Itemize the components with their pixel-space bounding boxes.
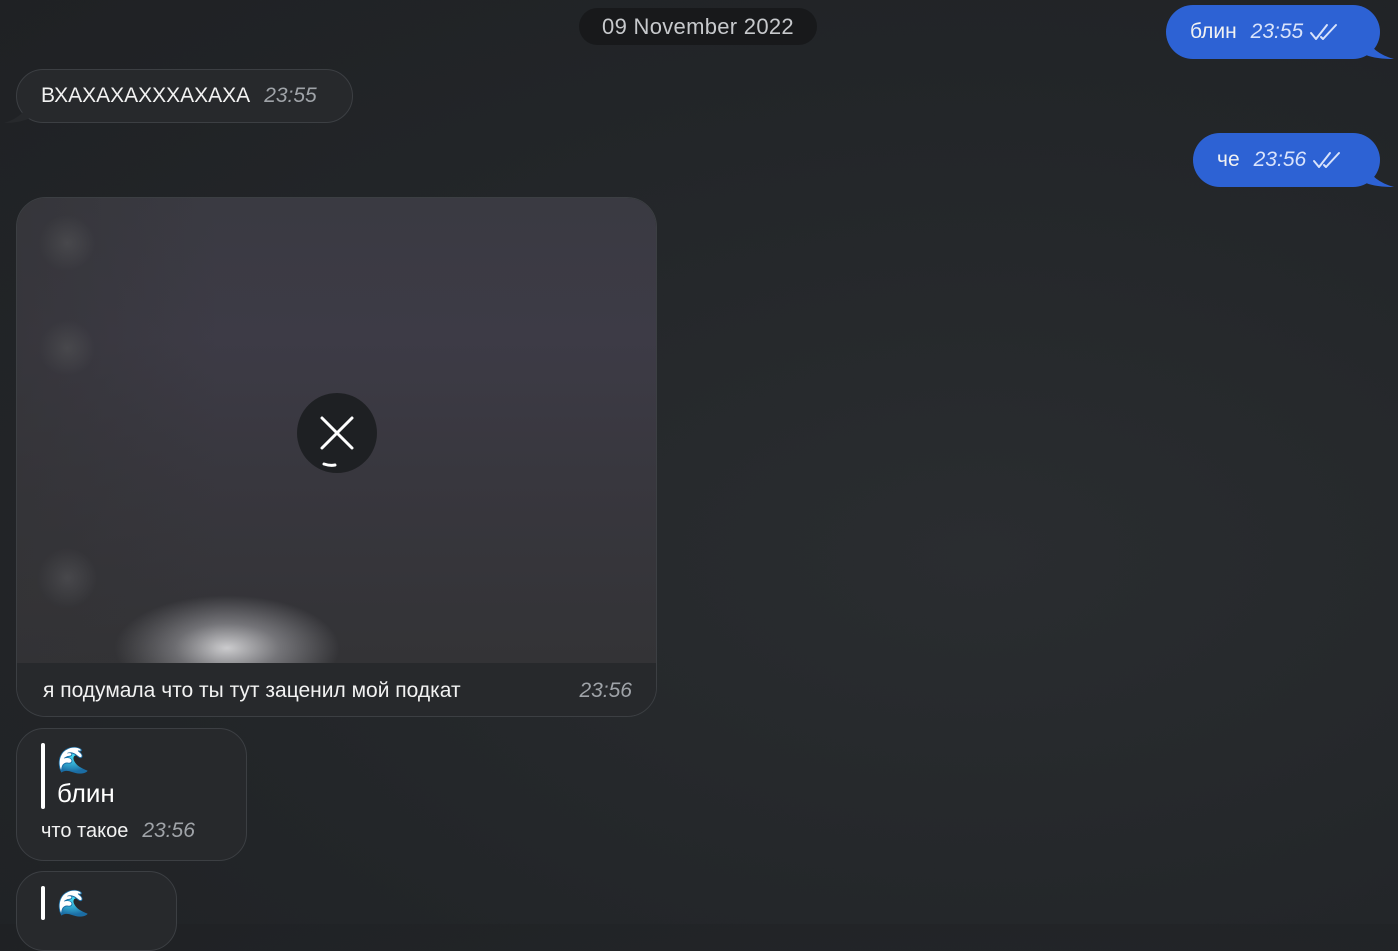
reply-quote[interactable]: 🌊 (41, 886, 152, 920)
message-time: 23:56 (142, 819, 195, 842)
message-text: что такое (41, 819, 129, 842)
message-time: 23:56 (579, 678, 632, 702)
media-caption: я подумала что ты тут заценил мой подкат (43, 678, 461, 702)
bubble-tail (1366, 165, 1394, 187)
message-text: блин (1190, 20, 1237, 43)
reply-message-bubble[interactable]: 🌊 блин что такое 23:56 (16, 728, 247, 861)
message-text: че (1217, 148, 1240, 171)
bubble-tail (1366, 37, 1394, 59)
double-check-icon (1310, 24, 1338, 40)
message-text: ВХАХАХАХХХАХАХА (41, 84, 251, 107)
message-bubble-incoming[interactable]: ВХАХАХАХХХАХАХА 23:55 (4, 69, 353, 123)
quoted-text: блин (57, 778, 115, 808)
quote-bar (41, 743, 45, 809)
date-separator: 09 November 2022 (579, 8, 817, 45)
media-caption-row: я подумала что ты тут заценил мой подкат… (17, 663, 656, 716)
message-time: 23:55 (264, 84, 317, 107)
wave-emoji-icon: 🌊 (57, 888, 90, 918)
message-bubble-outgoing[interactable]: че 23:56 (1193, 133, 1394, 187)
double-check-icon (1313, 152, 1341, 168)
media-message-bubble[interactable]: я подумала что ты тут заценил мой подкат… (16, 197, 657, 717)
photo-shade (17, 198, 217, 663)
reply-message-bubble[interactable]: 🌊 (16, 871, 177, 951)
quote-bar (41, 886, 45, 920)
message-time: 23:55 (1250, 20, 1304, 43)
cancel-download-button[interactable] (297, 393, 377, 473)
wave-emoji-icon: 🌊 (57, 745, 90, 775)
reply-quote[interactable]: 🌊 блин (41, 743, 222, 809)
close-icon (320, 416, 354, 467)
message-bubble-outgoing[interactable]: блин 23:55 (1166, 5, 1394, 59)
message-time: 23:56 (1253, 148, 1307, 171)
bubble-tail (4, 101, 30, 123)
